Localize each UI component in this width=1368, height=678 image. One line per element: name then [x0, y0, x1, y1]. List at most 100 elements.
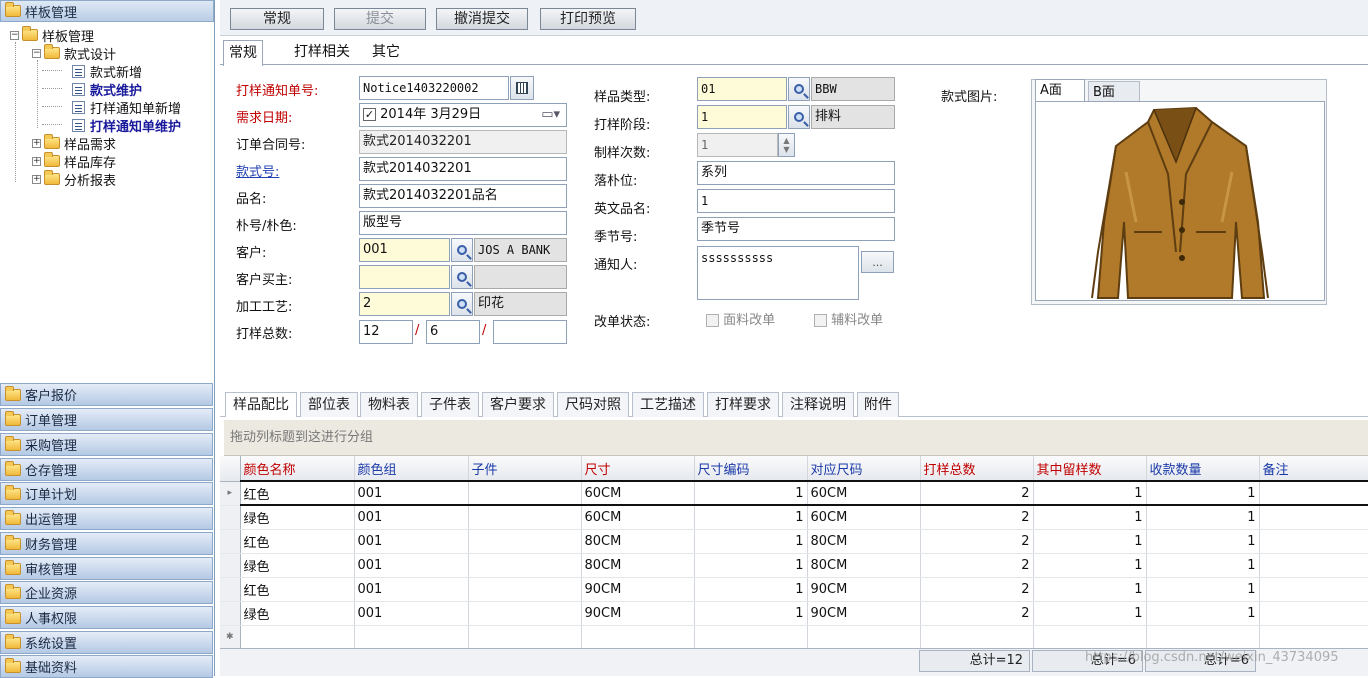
table-row[interactable]: 绿色 001 60CM 1 60CM 2 1 1 [220, 505, 1368, 530]
row-indicator[interactable] [220, 505, 241, 530]
table-cell[interactable]: 001 [354, 601, 469, 626]
column-header[interactable]: 尺寸 [581, 456, 695, 482]
table-cell[interactable]: 90CM [581, 601, 695, 626]
table-cell[interactable]: 60CM [807, 505, 921, 530]
module-order-plan[interactable]: 订单计划 [0, 482, 213, 505]
table-cell[interactable] [807, 625, 921, 650]
tab-sample-ratio[interactable]: 样品配比 [225, 392, 297, 417]
module-finance-management[interactable]: 财务管理 [0, 532, 213, 555]
column-header[interactable]: 子件 [468, 456, 582, 482]
tab-parts[interactable]: 部位表 [300, 392, 358, 417]
spin-up-icon[interactable]: ▲ [783, 136, 789, 145]
total-samples-field-1[interactable]: 12 [359, 320, 413, 344]
expand-icon[interactable]: + [32, 156, 41, 166]
table-cell[interactable]: 2 [920, 601, 1034, 626]
table-cell[interactable] [1259, 577, 1368, 602]
column-header[interactable]: 其中留样数 [1033, 456, 1147, 482]
collapse-icon[interactable]: − [32, 48, 41, 58]
table-cell[interactable]: 2 [920, 505, 1034, 530]
row-indicator[interactable] [220, 553, 241, 578]
column-header[interactable]: 尺寸编码 [694, 456, 808, 482]
column-header[interactable]: 颜色名称 [240, 456, 355, 482]
column-header[interactable]: 备注 [1259, 456, 1368, 482]
tab-notes[interactable]: 注释说明 [782, 392, 854, 417]
tree-node-sample-stock[interactable]: + 样品库存 [32, 152, 116, 171]
accessory-change-checkbox[interactable]: 辅料改单 [814, 309, 883, 328]
table-cell[interactable]: 1 [1033, 529, 1147, 554]
notifier-field[interactable]: ssssssssss [697, 246, 859, 300]
table-cell[interactable] [1259, 625, 1368, 650]
table-cell[interactable]: 90CM [807, 601, 921, 626]
tab-sub-parts[interactable]: 子件表 [421, 392, 479, 417]
tab-image-a[interactable]: A面 [1035, 79, 1085, 101]
table-cell[interactable]: 绿色 [240, 601, 355, 626]
customer-search-button[interactable] [451, 238, 473, 262]
tree-node-analysis-report[interactable]: + 分析报表 [32, 170, 116, 189]
table-cell[interactable] [694, 625, 808, 650]
expand-icon[interactable]: + [32, 174, 41, 184]
tree-node-notice-maintain[interactable]: 打样通知单维护 [72, 116, 181, 135]
module-customer-quote[interactable]: 客户报价 [0, 383, 213, 406]
table-cell[interactable] [920, 625, 1034, 650]
new-row-icon[interactable]: ✱ [220, 625, 241, 650]
table-cell[interactable]: 001 [354, 577, 469, 602]
column-header[interactable]: 收款数量 [1146, 456, 1260, 482]
table-cell[interactable] [1146, 625, 1260, 650]
table-cell[interactable]: 红色 [240, 529, 355, 554]
table-cell[interactable]: 80CM [581, 553, 695, 578]
group-by-panel[interactable]: 拖动列标题到这进行分组 [224, 420, 1368, 456]
tree-node-root[interactable]: − 样板管理 [10, 26, 94, 45]
table-cell[interactable]: 绿色 [240, 553, 355, 578]
table-row[interactable]: 绿色 001 80CM 1 80CM 2 1 1 [220, 553, 1368, 578]
tab-sampling[interactable]: 打样相关 [286, 40, 358, 64]
table-cell[interactable]: 2 [920, 480, 1034, 506]
table-cell[interactable]: 2 [920, 553, 1034, 578]
table-cell[interactable]: 80CM [807, 529, 921, 554]
table-cell[interactable]: 1 [1033, 601, 1147, 626]
current-row-indicator-icon[interactable]: ▸ [220, 481, 241, 506]
table-row[interactable]: 红色 001 80CM 1 80CM 2 1 1 [220, 529, 1368, 554]
cancel-submit-button[interactable]: 撤消提交 [436, 8, 528, 30]
make-times-spinner[interactable]: ▲ ▼ [778, 133, 795, 157]
sample-type-code-field[interactable]: 01 [697, 77, 787, 101]
english-name-field[interactable]: 1 [697, 189, 895, 213]
checkbox-icon[interactable] [706, 314, 719, 327]
table-cell[interactable]: 1 [1033, 480, 1147, 506]
notifier-more-button[interactable]: ... [861, 251, 894, 273]
tree-node-style-new[interactable]: 款式新增 [72, 62, 142, 81]
print-preview-button[interactable]: 打印预览 [540, 8, 636, 30]
sample-stage-code-field[interactable]: 1 [697, 105, 787, 129]
module-purchase-management[interactable]: 采购管理 [0, 433, 213, 456]
module-inventory-management[interactable]: 仓存管理 [0, 458, 213, 481]
tree-node-style-maintain[interactable]: 款式维护 [72, 80, 142, 99]
expand-icon[interactable]: + [32, 138, 41, 148]
total-samples-field-2[interactable]: 6 [426, 320, 480, 344]
calendar-dropdown-icon[interactable]: ▭▾ [541, 104, 560, 126]
table-cell[interactable] [1259, 553, 1368, 578]
demand-date-picker[interactable]: ✓ 2014年 3月29日 ▭▾ [359, 103, 567, 127]
tab-general[interactable]: 常规 [223, 40, 263, 66]
module-audit-management[interactable]: 审核管理 [0, 557, 213, 580]
table-cell[interactable]: 红色 [240, 480, 355, 506]
contract-no-field[interactable]: 款式2014032201 [359, 130, 567, 154]
table-cell[interactable] [468, 577, 582, 602]
process-search-button[interactable] [451, 292, 473, 316]
tree-node-notice-new[interactable]: 打样通知单新增 [72, 98, 181, 117]
tab-other[interactable]: 其它 [366, 40, 406, 64]
table-cell[interactable]: 1 [1033, 553, 1147, 578]
table-row[interactable]: 绿色 001 90CM 1 90CM 2 1 1 [220, 601, 1368, 626]
table-cell[interactable]: 1 [694, 601, 808, 626]
table-cell[interactable]: 1 [1146, 553, 1260, 578]
barcode-button[interactable] [510, 76, 534, 100]
table-cell[interactable] [1259, 480, 1368, 506]
table-cell[interactable] [1259, 529, 1368, 554]
table-cell[interactable] [1033, 625, 1147, 650]
table-cell[interactable] [581, 625, 695, 650]
table-cell[interactable]: 60CM [581, 505, 695, 530]
normal-button[interactable]: 常规 [230, 8, 324, 30]
table-cell[interactable] [468, 601, 582, 626]
table-cell[interactable]: 1 [1033, 505, 1147, 530]
table-cell[interactable] [468, 529, 582, 554]
module-enterprise-resources[interactable]: 企业资源 [0, 581, 213, 604]
table-cell[interactable]: 绿色 [240, 505, 355, 530]
